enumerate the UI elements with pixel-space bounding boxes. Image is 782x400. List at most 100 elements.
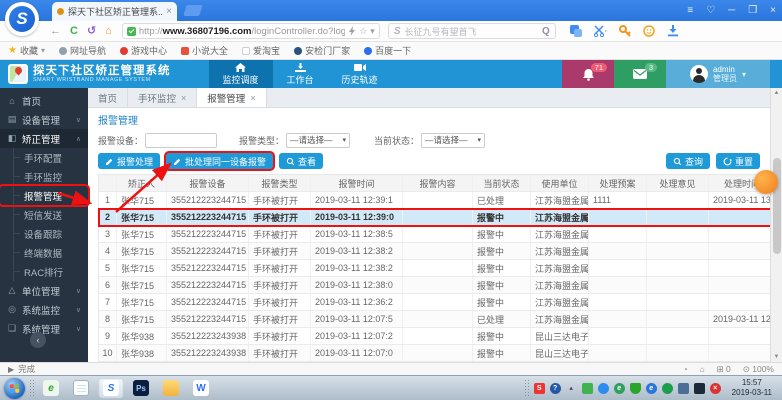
browser-tab[interactable]: 探天下社区矫正管理系... ×	[52, 2, 177, 21]
browser360-icon[interactable]: e	[613, 382, 625, 394]
search-hotword[interactable]: 长征九号有望首飞	[405, 25, 477, 38]
favorite-star-icon[interactable]: ☆	[359, 26, 367, 37]
safe-icon[interactable]	[661, 382, 673, 394]
reset-button[interactable]: 重置	[715, 153, 760, 169]
current-status-select[interactable]: —请选择— ▾	[421, 132, 486, 148]
sidebar-item-device-mgmt[interactable]: ▤ 设备管理 ∨	[0, 110, 88, 129]
scroll-down-icon[interactable]: ▼	[774, 352, 780, 362]
sidebar-item-unit-mgmt[interactable]: △ 单位管理 ∨	[0, 281, 88, 300]
taskbar-clock[interactable]: 15:57 2019-03-11	[726, 378, 778, 397]
translate-icon[interactable]	[569, 25, 582, 37]
login-key-icon[interactable]	[618, 25, 631, 37]
sidebar-item-correction-mgmt[interactable]: ◧ 矫正管理 ∧	[0, 129, 88, 148]
table-row[interactable]: 7 张华715 355212223244715 手环被打开 2019-03-11…	[99, 294, 775, 311]
security-shield-icon[interactable]	[629, 382, 641, 394]
batch-handle-button[interactable]: 批处理同一设备报警	[166, 153, 274, 169]
page-scrollbar[interactable]: ▲ ▼	[770, 88, 782, 362]
alarm-handle-button[interactable]: 报警处理	[98, 153, 161, 169]
table-row[interactable]: 3 张华715 355212223244715 手环被打开 2019-03-11…	[99, 226, 775, 243]
view-button[interactable]: 查看	[279, 153, 324, 169]
back-icon[interactable]: ←	[50, 25, 61, 37]
floating-service-button[interactable]	[754, 170, 778, 194]
taskbar-notepad-button[interactable]	[68, 378, 94, 399]
bookmark-security-door[interactable]: 安检门厂家	[294, 44, 350, 57]
sidebar-item-device-track[interactable]: 设备跟踪	[0, 224, 88, 243]
bookmark-game-center[interactable]: 游戏中心	[120, 44, 167, 57]
download-icon[interactable]	[667, 25, 679, 37]
sidebar-item-terminal-data[interactable]: 终端数据	[0, 243, 88, 262]
sidebar-collapse-button[interactable]: ‹	[30, 332, 46, 348]
bookmark-novels[interactable]: 小说大全	[181, 44, 228, 57]
table-row[interactable]: 6 张华715 355212223244715 手环被打开 2019-03-11…	[99, 277, 775, 294]
bookmark-taobao[interactable]: 爱淘宝	[242, 44, 280, 57]
taskbar-wps-button[interactable]: W	[188, 378, 214, 399]
ie-tray-icon[interactable]: e	[645, 382, 657, 394]
page-tab[interactable]: 报警管理 ×	[197, 88, 267, 107]
sidebar-item-alarm-mgmt[interactable]: 报警管理	[0, 186, 88, 205]
qq-icon[interactable]	[597, 382, 609, 394]
sidebar-item-band-monitor[interactable]: 手环监控	[0, 167, 88, 186]
sidebar-item-band-config[interactable]: 手环配置	[0, 148, 88, 167]
taskbar-explorer-button[interactable]	[158, 378, 184, 399]
bookmark-baidu[interactable]: 百度一下	[364, 44, 411, 57]
maximize-icon[interactable]: ❐	[748, 5, 757, 16]
address-bar[interactable]: http://www.36807196.com/loginController.…	[121, 23, 380, 39]
download-status[interactable]: ⊞ 0	[717, 364, 731, 375]
scroll-up-icon[interactable]: ▲	[774, 88, 780, 98]
home-icon[interactable]: ⌂	[105, 25, 112, 37]
table-row[interactable]: 9 张华938 355212223243938 手环被打开 2019-03-11…	[99, 328, 775, 345]
sidebar-item-home[interactable]: ⌂ 首页	[0, 91, 88, 110]
table-row[interactable]: 8 张华715 355212223244715 手环被打开 2019-03-11…	[99, 311, 775, 328]
section-title[interactable]: 报警管理	[98, 112, 776, 127]
wechat-icon[interactable]	[581, 382, 593, 394]
sidebar-item-sys-monitor[interactable]: ◎ 系统监控 ∨	[0, 300, 88, 319]
skin-icon[interactable]: ♡	[706, 5, 715, 16]
screenshot-scissors-icon[interactable]	[593, 25, 607, 37]
table-row[interactable]: 10 张华938 355212223243938 手环被打开 2019-03-1…	[99, 345, 775, 362]
new-tab-button[interactable]	[183, 5, 203, 16]
account-menu[interactable]: admin 管理员 ▾	[666, 60, 770, 88]
alarm-type-select[interactable]: —请选择— ▾	[286, 132, 351, 148]
network-icon[interactable]	[677, 382, 689, 394]
home-icon[interactable]: ⌂	[700, 365, 705, 374]
search-button[interactable]: 查询	[665, 153, 710, 169]
url-text[interactable]: http://www.36807196.com/loginController.…	[139, 26, 345, 37]
volume-muted-icon[interactable]: ×	[709, 382, 721, 394]
table-row[interactable]: 2 张华715 355212223244715 手环被打开 2019-03-11…	[98, 208, 776, 227]
close-icon[interactable]: ×	[770, 5, 776, 16]
sogou-ime-icon[interactable]: S	[533, 382, 545, 394]
nav-history-track[interactable]: 历史轨迹	[328, 60, 392, 88]
tab-close-icon[interactable]: ×	[181, 93, 186, 103]
help-tray-icon[interactable]: ?	[549, 382, 561, 394]
taskbar-photoshop-button[interactable]: Ps	[128, 378, 154, 399]
proxy-smiley-icon[interactable]	[643, 25, 655, 37]
taskbar-sogou-button[interactable]: S	[98, 377, 124, 399]
dropdown-caret-icon[interactable]: ▾	[370, 26, 375, 37]
refresh-icon[interactable]: C	[70, 25, 78, 37]
alarm-device-input[interactable]	[145, 132, 218, 148]
browser-menu-icon[interactable]: ≡	[687, 5, 693, 16]
undo-close-icon[interactable]: ↺	[87, 25, 96, 37]
nav-monitor-dispatch[interactable]: 监控调度	[208, 60, 273, 88]
zoom-level[interactable]: ⊙ 100%	[743, 364, 774, 375]
show-hidden-icons[interactable]: ▴	[566, 383, 577, 394]
nav-workbench[interactable]: 工作台	[273, 60, 328, 88]
start-button[interactable]	[4, 377, 25, 399]
sogou-browser-logo-icon[interactable]: S	[5, 2, 39, 36]
bookmark-favorites[interactable]: ★ 收藏 ▾	[8, 44, 45, 57]
speed-lightning-icon[interactable]	[348, 26, 356, 36]
sidebar-item-sms[interactable]: 短信发送	[0, 205, 88, 224]
tab-close-icon[interactable]: ×	[166, 6, 172, 17]
table-row[interactable]: 5 张华715 355212223244715 手环被打开 2019-03-11…	[99, 260, 775, 277]
table-row[interactable]: 1 张华715 355212223244715 手环被打开 2019-03-11…	[99, 192, 775, 209]
minimize-icon[interactable]: ─	[728, 5, 735, 16]
page-tab[interactable]: 首页×	[88, 88, 129, 107]
table-row[interactable]: 4 张华715 355212223244715 手环被打开 2019-03-11…	[99, 243, 775, 260]
page-tab[interactable]: 手环监控 ×	[128, 88, 198, 107]
bookmark-navsite[interactable]: 网址导航	[59, 44, 106, 57]
ime-lang-icon[interactable]	[693, 382, 705, 394]
search-icon[interactable]: Q	[542, 26, 550, 37]
search-box[interactable]: S 长征九号有望首飞 Q	[387, 23, 556, 39]
compatibility-icon[interactable]: ◔	[683, 365, 688, 374]
tab-close-icon[interactable]: ×	[250, 93, 255, 103]
